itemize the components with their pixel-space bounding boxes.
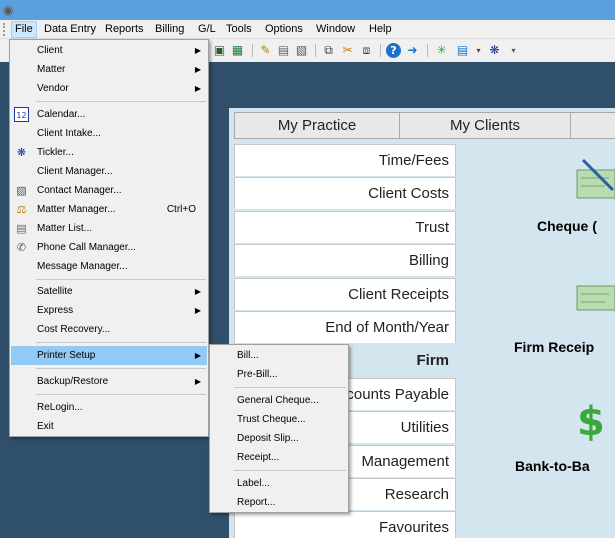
cheque-label[interactable]: Cheque ( [537, 218, 597, 234]
menu-billing[interactable]: Billing [155, 23, 184, 35]
submenu-arrow-icon: ▶ [194, 65, 201, 74]
contact-icon: ▧ [16, 184, 27, 197]
submenu-item-deposit-slip[interactable]: Deposit Slip... [211, 429, 347, 448]
menu-item-contact-manager[interactable]: ▧ Contact Manager... [11, 181, 207, 200]
menu-item-cost-recovery[interactable]: Cost Recovery... [11, 320, 207, 339]
sidebar-item-billing[interactable]: Billing [234, 244, 456, 276]
menu-item-tickler[interactable]: ❋ Tickler... [11, 143, 207, 162]
firm-receipt-icon[interactable] [575, 278, 615, 318]
menu-item-matter-manager[interactable]: ⚖ Matter Manager... Ctrl+O [11, 200, 207, 219]
menu-item-vendor[interactable]: Vendor ▶ [11, 79, 207, 98]
menu-options[interactable]: Options [265, 23, 303, 35]
sidebar-item-time-fees[interactable]: Time/Fees [234, 144, 456, 176]
file-menu: Client ▶ Matter ▶ Vendor ▶ 12 Calendar... Cl… [9, 39, 209, 437]
menubar-grip[interactable] [3, 23, 6, 36]
sidebar-item-client-receipts[interactable]: Client Receipts [234, 278, 456, 310]
menu-item-satellite[interactable]: Satellite ▶ [11, 282, 207, 301]
submenu-arrow-icon: ▶ [194, 377, 201, 386]
submenu-arrow-icon: ▶ [194, 351, 201, 360]
menu-item-message-manager[interactable]: Message Manager... [11, 257, 207, 276]
submenu-arrow-icon: ▶ [194, 84, 201, 93]
menu-data-entry[interactable]: Data Entry [44, 23, 96, 35]
submenu-arrow-icon: ▶ [194, 46, 201, 55]
submenu-item-general-cheque[interactable]: General Cheque... [211, 391, 347, 410]
submenu-item-trust-cheque[interactable]: Trust Cheque... [211, 410, 347, 429]
printer-setup-submenu: Bill... Pre-Bill... General Cheque... Tr… [209, 344, 349, 513]
tickler-icon: ❋ [16, 146, 27, 159]
submenu-item-receipt[interactable]: Receipt... [211, 448, 347, 467]
content-area: Cheque ( Firm Receip $ Bank-to-Ba [456, 144, 615, 538]
sidebar-item-client-costs[interactable]: Client Costs [234, 177, 456, 209]
cheque-icon[interactable] [575, 156, 615, 206]
firm-receipt-label[interactable]: Firm Receip [514, 339, 594, 355]
phone-icon: ✆ [16, 241, 27, 254]
calculator-icon[interactable]: ▧ [294, 43, 309, 58]
menu-item-matter[interactable]: Matter ▶ [11, 60, 207, 79]
menu-reports[interactable]: Reports [105, 23, 144, 35]
menu-tools[interactable]: Tools [226, 23, 252, 35]
submenu-arrow-icon: ▶ [194, 287, 201, 296]
help-icon[interactable]: ? [386, 43, 401, 58]
book-green-icon[interactable]: ▦ [230, 43, 245, 58]
book-icon[interactable]: ▣ [212, 43, 227, 58]
menu-item-client-intake[interactable]: Client Intake... [11, 124, 207, 143]
menu-item-exit[interactable]: Exit [11, 417, 207, 436]
menu-item-matter-list[interactable]: ▤ Matter List... [11, 219, 207, 238]
submenu-arrow-icon: ▶ [194, 306, 201, 315]
menu-item-printer-setup[interactable]: Printer Setup ▶ [11, 346, 207, 365]
notes-icon[interactable]: ▤ [276, 43, 291, 58]
bank-to-bank-label[interactable]: Bank-to-Ba [515, 458, 590, 474]
tab-my-practice[interactable]: My Practice [234, 112, 400, 139]
tab-next[interactable] [570, 112, 615, 139]
title-bar: ◉ [0, 0, 615, 20]
menu-file[interactable]: File [11, 21, 37, 38]
notepad-icon[interactable]: ✎ [258, 43, 273, 58]
menu-item-client[interactable]: Client ▶ [11, 41, 207, 60]
cut-icon[interactable]: ✂ [340, 43, 355, 58]
menu-help[interactable]: Help [369, 23, 392, 35]
paste-icon[interactable]: ⧈ [359, 43, 374, 58]
menu-item-client-manager[interactable]: Client Manager... [11, 162, 207, 181]
window-icon[interactable]: ▤ [455, 43, 470, 58]
list-icon: ▤ [16, 222, 27, 235]
people-icon[interactable]: ❋ [487, 43, 502, 58]
menu-item-backup-restore[interactable]: Backup/Restore ▶ [11, 372, 207, 391]
menu-gl[interactable]: G/L [198, 23, 216, 35]
submenu-item-pre-bill[interactable]: Pre-Bill... [211, 365, 347, 384]
menu-item-express[interactable]: Express ▶ [11, 301, 207, 320]
menu-item-calendar[interactable]: 12 Calendar... [11, 105, 207, 124]
submenu-item-label[interactable]: Label... [211, 474, 347, 493]
tab-my-clients[interactable]: My Clients [399, 112, 571, 139]
whats-this-icon[interactable]: ➜ [405, 43, 420, 58]
toolbar-overflow-icon[interactable]: ▾ [506, 43, 521, 58]
bank-transfer-icon[interactable]: $ [577, 398, 605, 446]
sidebar-item-trust[interactable]: Trust [234, 211, 456, 243]
submenu-item-bill[interactable]: Bill... [211, 346, 347, 365]
menu-item-phone-call-manager[interactable]: ✆ Phone Call Manager... [11, 238, 207, 257]
submenu-item-report[interactable]: Report... [211, 493, 347, 512]
star-icon[interactable]: ✳ [434, 43, 449, 58]
calendar-icon: 12 [14, 107, 29, 122]
app-icon[interactable]: ◉ [3, 3, 13, 17]
sidebar-item-end-of-month-year[interactable]: End of Month/Year [234, 311, 456, 343]
menu-window[interactable]: Window [316, 23, 355, 35]
window-dropdown-icon[interactable]: ▾ [471, 43, 486, 58]
menu-bar: File Data Entry Reports Billing G/L Tool… [0, 20, 615, 39]
menu-item-relogin[interactable]: ReLogin... [11, 398, 207, 417]
scales-icon: ⚖ [16, 203, 27, 216]
sidebar-item-favourites[interactable]: Favourites [234, 511, 456, 538]
copy-icon[interactable]: ⧉ [321, 43, 336, 58]
